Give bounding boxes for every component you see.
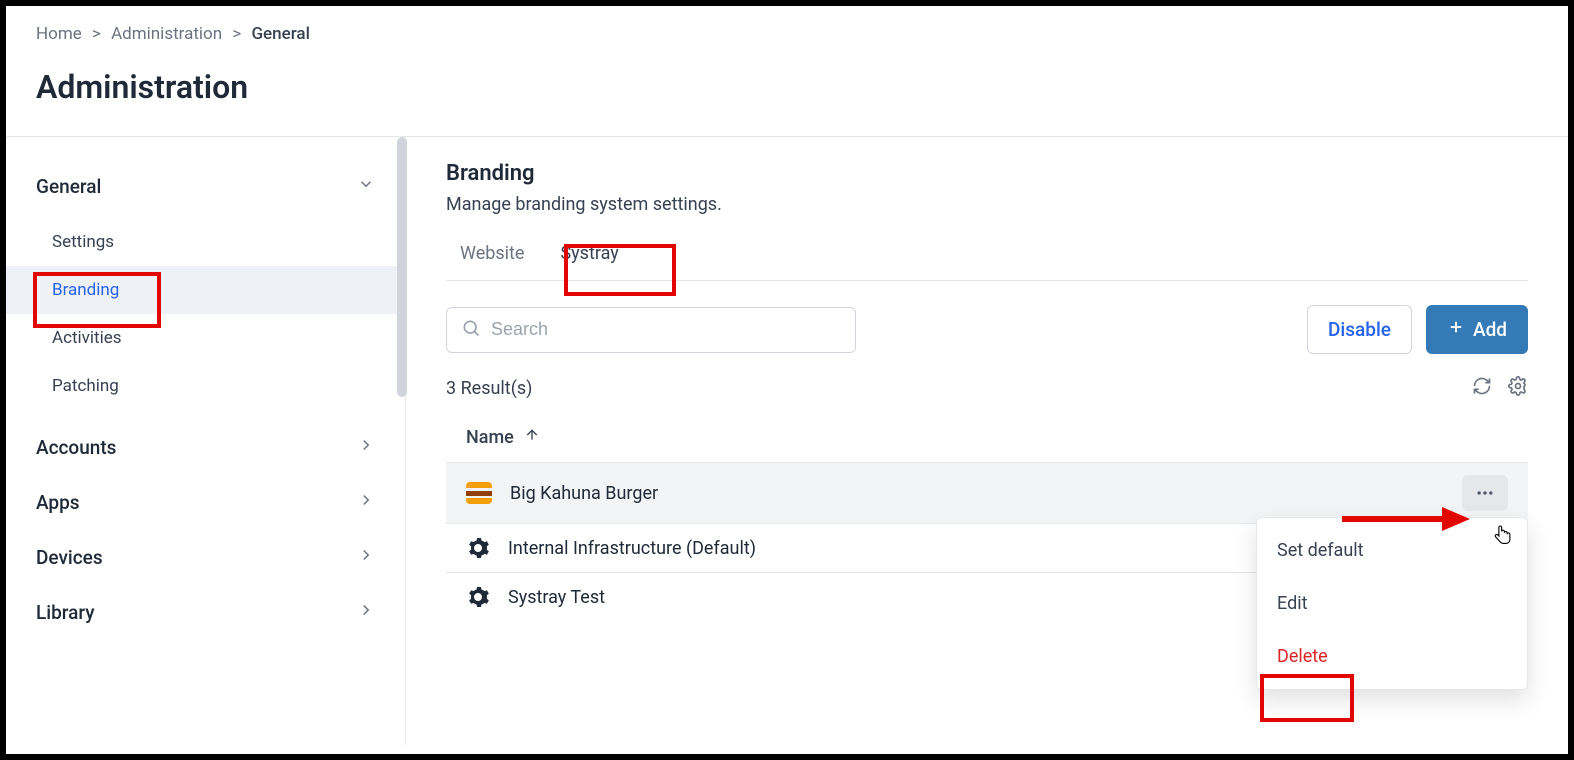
- plus-icon: [1447, 318, 1465, 341]
- button-label: Disable: [1328, 318, 1391, 341]
- breadcrumb-current: General: [251, 24, 309, 44]
- search-field[interactable]: [446, 307, 856, 353]
- dropdown-delete[interactable]: Delete: [1257, 630, 1527, 683]
- chevron-right-icon: [357, 546, 375, 569]
- add-button[interactable]: Add: [1426, 305, 1528, 354]
- sidebar-item-activities[interactable]: Activities: [6, 314, 405, 362]
- sidebar-section-accounts[interactable]: Accounts: [6, 420, 405, 475]
- sidebar-section-label: Devices: [36, 546, 103, 569]
- gear-icon: [466, 536, 490, 560]
- results-count: 3 Result(s): [446, 378, 532, 399]
- row-name: Big Kahuna Burger: [510, 483, 658, 504]
- search-icon: [461, 318, 481, 342]
- table-row[interactable]: Big Kahuna Burger: [446, 462, 1528, 523]
- panel-title: Branding: [446, 161, 1528, 186]
- gear-icon[interactable]: [1508, 376, 1528, 401]
- tab-systray[interactable]: Systray: [546, 233, 632, 280]
- sidebar-section-label: Library: [36, 601, 95, 624]
- breadcrumb-separator: >: [92, 24, 101, 44]
- panel-subtitle: Manage branding system settings.: [446, 194, 1528, 215]
- sidebar-section-devices[interactable]: Devices: [6, 530, 405, 585]
- table-header[interactable]: Name: [446, 413, 1528, 462]
- sidebar-section-label: General: [36, 175, 101, 198]
- sidebar-section-label: Accounts: [36, 436, 116, 459]
- chevron-right-icon: [357, 491, 375, 514]
- sidebar-section-library[interactable]: Library: [6, 585, 405, 640]
- sidebar-section-label: Apps: [36, 491, 80, 514]
- sidebar-item-branding[interactable]: Branding: [6, 266, 405, 314]
- sidebar: General Settings Branding Activities Pat…: [6, 137, 406, 745]
- dropdown-set-default[interactable]: Set default: [1257, 524, 1527, 577]
- page-title: Administration: [6, 54, 1568, 136]
- sidebar-section-general[interactable]: General: [6, 159, 405, 214]
- sort-asc-icon: [524, 427, 540, 448]
- row-more-button[interactable]: [1462, 475, 1508, 511]
- sidebar-item-settings[interactable]: Settings: [6, 218, 405, 266]
- main-panel: Branding Manage branding system settings…: [406, 137, 1568, 745]
- sidebar-item-patching[interactable]: Patching: [6, 362, 405, 410]
- row-name: Internal Infrastructure (Default): [508, 538, 756, 559]
- breadcrumb-separator: >: [232, 24, 241, 44]
- gear-icon: [466, 585, 490, 609]
- sidebar-section-apps[interactable]: Apps: [6, 475, 405, 530]
- chevron-right-icon: [357, 601, 375, 624]
- dropdown-edit[interactable]: Edit: [1257, 577, 1527, 630]
- breadcrumb-item[interactable]: Home: [36, 24, 82, 44]
- row-actions-dropdown: Set default Edit Delete: [1256, 517, 1528, 690]
- chevron-right-icon: [357, 436, 375, 459]
- button-label: Add: [1473, 318, 1507, 341]
- tab-website[interactable]: Website: [446, 233, 538, 280]
- search-input[interactable]: [491, 319, 841, 340]
- tabs: Website Systray: [446, 233, 1528, 281]
- disable-button[interactable]: Disable: [1307, 305, 1412, 354]
- burger-icon: [466, 482, 492, 504]
- breadcrumb-item[interactable]: Administration: [111, 24, 222, 44]
- breadcrumb: Home > Administration > General: [6, 6, 1568, 54]
- chevron-down-icon: [357, 175, 375, 198]
- row-name: Systray Test: [508, 587, 605, 608]
- refresh-icon[interactable]: [1472, 376, 1492, 401]
- column-name-label: Name: [466, 427, 514, 448]
